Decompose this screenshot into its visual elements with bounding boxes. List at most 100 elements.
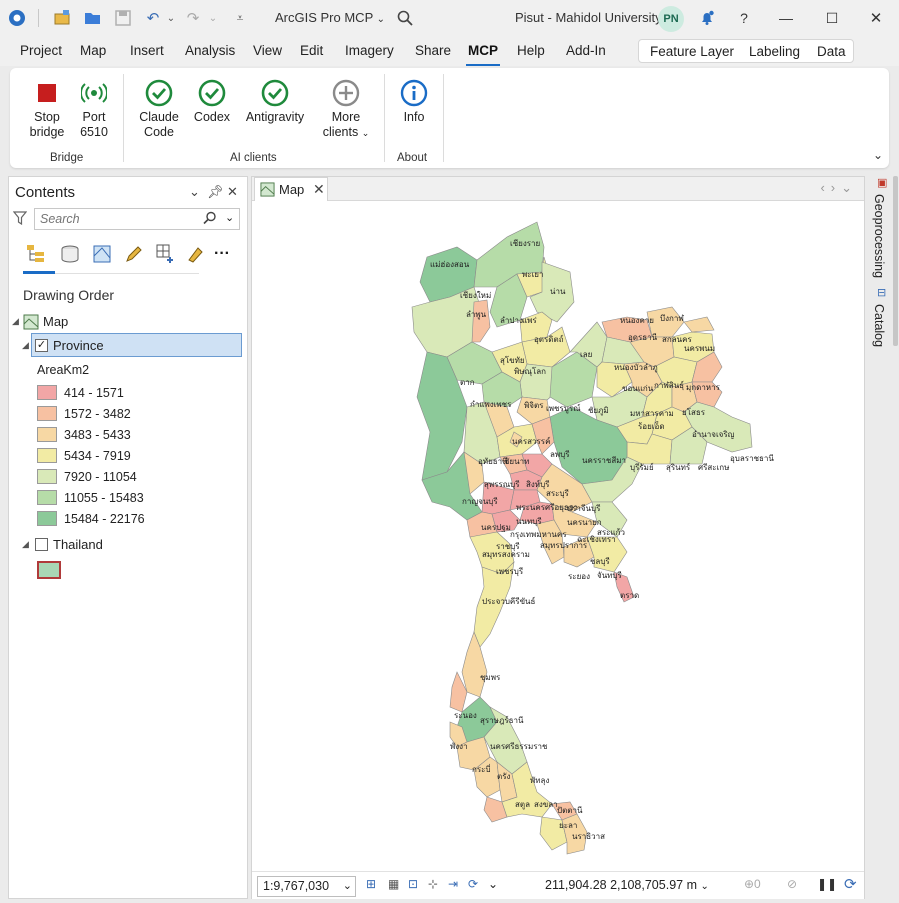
tab-catalog[interactable]: Catalog (872, 304, 886, 347)
thailand-visibility-checkbox[interactable] (35, 538, 48, 551)
tree-node-province[interactable]: ◢ ✓ Province (9, 335, 247, 357)
tab-feature-layer[interactable]: Feature Layer (650, 44, 734, 59)
close-tab-icon[interactable]: ✕ (313, 181, 325, 198)
collapse-icon[interactable]: ◢ (22, 539, 29, 550)
redo-dropdown-icon[interactable]: ⌄ (203, 8, 223, 28)
save-project-icon[interactable] (113, 8, 133, 28)
help-icon[interactable]: ? (732, 6, 756, 30)
tree-node-thailand[interactable]: ◢ Thailand (9, 534, 247, 556)
filter-icon[interactable] (12, 211, 28, 228)
undo-dropdown-icon[interactable]: ⌄ (161, 8, 181, 28)
scale-selector[interactable]: 1:9,767,030 ⌄ (257, 876, 356, 897)
chevron-down-icon[interactable]: ⌄ (488, 877, 498, 891)
close-pane-icon[interactable]: ✕ (227, 184, 238, 200)
selected-features-icon[interactable]: ⊕0 (744, 877, 761, 891)
list-by-drawing-order-icon[interactable] (23, 241, 49, 267)
undo-icon[interactable]: ↶ (143, 8, 163, 28)
new-project-icon[interactable] (53, 8, 73, 28)
tab-add-in[interactable]: Add-In (566, 43, 606, 58)
map-tab[interactable]: Map ✕ (254, 177, 328, 201)
app-title[interactable]: ArcGIS Pro MCP ⌄ (275, 10, 385, 25)
thailand-symbol-swatch[interactable] (37, 561, 61, 579)
province-label: พะเยา (522, 270, 543, 279)
province-label: น่าน (550, 287, 566, 296)
refresh-selection-icon[interactable]: ⊘ (787, 877, 797, 891)
map-canvas[interactable]: เชียงราย แม่ฮ่องสอน พะเยา น่าน เชียงใหม่ ลำพู… (252, 202, 864, 870)
list-by-labeling-icon[interactable] (183, 241, 209, 267)
search-icon[interactable] (395, 8, 415, 28)
list-by-editing-icon[interactable] (121, 241, 147, 267)
info-button[interactable]: Info (396, 76, 432, 125)
tab-help[interactable]: Help (517, 43, 545, 58)
group-separator (384, 74, 385, 162)
list-by-snapping-icon[interactable] (153, 241, 179, 267)
search-options-icon[interactable]: ⌄ (225, 211, 234, 224)
more-clients-button[interactable]: More clients ⌄ (318, 76, 374, 141)
province-label: ลำปาง (500, 316, 523, 325)
map-icon (260, 182, 275, 200)
province-label: หนองบัวลำภู (614, 363, 658, 373)
snapping-icon[interactable]: ⊹ (428, 877, 438, 891)
list-by-selection-icon[interactable] (89, 241, 115, 267)
tab-labeling[interactable]: Labeling (749, 44, 800, 59)
redo-icon[interactable]: ↷ (183, 8, 203, 28)
tab-edit[interactable]: Edit (300, 43, 323, 58)
province-label: นครศรีธรรมราช (490, 742, 548, 751)
province-label: อุดรธานี (628, 333, 658, 342)
pane-title: Contents (15, 184, 76, 201)
tab-mcp[interactable]: MCP (466, 43, 500, 66)
province-label: ชุมพร (480, 673, 501, 682)
tab-map[interactable]: Map (80, 43, 106, 58)
fixed-extent-icon[interactable]: ⊡ (408, 877, 418, 891)
antigravity-button[interactable]: Antigravity (244, 76, 306, 125)
pane-menu-icon[interactable]: ⌄ (189, 184, 200, 200)
port-button[interactable]: Port 6510 (74, 76, 114, 140)
pause-icon[interactable]: ❚❚ (817, 877, 837, 891)
tab-imagery[interactable]: Imagery (345, 43, 394, 58)
close-window-icon[interactable]: ✕ (864, 6, 888, 30)
province-label: พังงา (450, 742, 468, 751)
tab-navigation-icon[interactable]: ‹›⌄ (820, 180, 858, 196)
tab-view[interactable]: View (253, 43, 282, 58)
coordinate-readout[interactable]: 211,904.28 2,108,705.97 m ⌄ (545, 878, 709, 892)
claude-code-button[interactable]: Claude Code (136, 76, 182, 140)
tab-data[interactable]: Data (817, 44, 846, 59)
stop-bridge-button[interactable]: Stop bridge (24, 76, 70, 140)
search-icon[interactable] (203, 211, 217, 228)
pause-drawing-icon[interactable]: ⇥ (448, 877, 458, 891)
sync-navigation-icon[interactable]: ⟳ (468, 877, 478, 891)
maximize-icon[interactable]: ☐ (820, 6, 844, 30)
user-name[interactable]: Pisut - Mahidol University (515, 10, 662, 25)
tab-share[interactable]: Share (415, 43, 451, 58)
collapse-icon[interactable]: ◢ (12, 316, 19, 327)
province-label: เพชรบูรณ์ (546, 403, 581, 414)
tab-analysis[interactable]: Analysis (185, 43, 235, 58)
open-project-icon[interactable] (83, 8, 103, 28)
minimize-icon[interactable]: — (774, 6, 798, 30)
scrollbar[interactable] (893, 176, 898, 346)
tab-insert[interactable]: Insert (130, 43, 164, 58)
avatar[interactable]: PN (658, 6, 684, 32)
search-field[interactable]: ⌄ (34, 208, 240, 230)
grid-icon[interactable]: ▦ (388, 877, 399, 891)
tree-node-map[interactable]: ◢ Map (9, 311, 247, 333)
more-options-icon[interactable]: ··· (209, 241, 235, 267)
province-label: กาญจนบุรี (462, 497, 498, 506)
codex-button[interactable]: Codex (190, 76, 234, 125)
thailand-province-map[interactable]: เชียงรายแม่ฮ่องสอนพะเยาน่าน เชียงใหม่ลำพู… (252, 202, 864, 870)
list-by-source-icon[interactable] (57, 241, 83, 267)
customize-toolbar-icon[interactable]: ⩡ (230, 8, 250, 28)
tab-geoprocessing[interactable]: Geoprocessing (872, 194, 886, 278)
notifications-icon[interactable] (695, 6, 719, 30)
pin-icon[interactable]: 📌︎ (207, 184, 224, 200)
add-grid-icon[interactable]: ⊞ (366, 877, 376, 891)
refresh-icon[interactable]: ⟳ (844, 875, 857, 893)
province-label: ปราจีนบุรี (567, 504, 601, 513)
province-visibility-checkbox[interactable]: ✓ (35, 339, 48, 352)
search-input[interactable] (35, 209, 195, 229)
collapse-icon[interactable]: ◢ (22, 340, 29, 351)
province-label: นครราชสีมา (582, 456, 626, 465)
tab-project[interactable]: Project (20, 43, 62, 58)
collapse-ribbon-icon[interactable]: ⌄ (873, 148, 883, 162)
group-separator (123, 74, 124, 162)
